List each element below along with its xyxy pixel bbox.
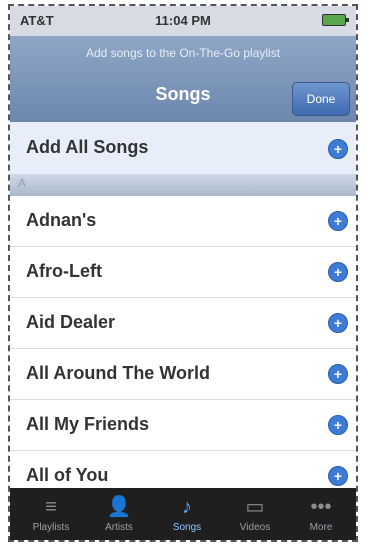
add-song-plus-icon[interactable]: + [328, 313, 348, 333]
list-item[interactable]: Afro-Left + [10, 247, 356, 298]
iphone-screen: AT&T 11:04 PM Add songs to the On-The-Go… [8, 4, 358, 542]
add-all-plus-icon[interactable]: + [328, 139, 348, 159]
done-button[interactable]: Done [292, 82, 350, 116]
list-item[interactable]: All My Friends + [10, 400, 356, 451]
add-song-plus-icon[interactable]: + [328, 466, 348, 486]
list-item[interactable]: Aid Dealer + [10, 298, 356, 349]
playlists-icon: ≡ [45, 496, 57, 518]
artists-icon: 👤 [106, 496, 132, 518]
section-letter: A [18, 176, 27, 190]
tab-label: Playlists [32, 522, 70, 533]
songs-list: Adnan's + Afro-Left + Aid Dealer + All A… [10, 196, 356, 502]
song-title: Afro-Left [26, 261, 102, 281]
videos-icon: ▭ [245, 496, 265, 518]
list-item[interactable]: Adnan's + [10, 196, 356, 247]
list-item[interactable]: All Around The World + [10, 349, 356, 400]
tab-label: More [309, 522, 333, 533]
tab-label: Videos [239, 522, 271, 533]
battery-icon [322, 14, 349, 26]
add-song-plus-icon[interactable]: + [328, 415, 348, 435]
tab-videos[interactable]: ▭ Videos [220, 492, 290, 538]
more-icon: ••• [310, 496, 332, 518]
song-title: Aid Dealer [26, 312, 116, 332]
nav-prompt: Add songs to the On-The-Go playlist [85, 46, 281, 60]
song-title: All Around The World [26, 363, 210, 383]
song-title: Adnan's [26, 210, 97, 230]
songs-icon: ♪ [182, 496, 192, 518]
clock: 11:04 PM [155, 13, 211, 28]
song-title: All of You [26, 465, 109, 485]
tab-label: Songs [172, 522, 202, 533]
tab-more[interactable]: ••• More [286, 492, 356, 538]
add-all-songs-row[interactable]: Add All Songs + [10, 122, 356, 175]
status-bar: AT&T 11:04 PM [10, 6, 356, 36]
add-song-plus-icon[interactable]: + [328, 262, 348, 282]
tab-playlists[interactable]: ≡ Playlists [16, 492, 86, 538]
add-all-songs-label: Add All Songs [26, 137, 149, 157]
tab-label: Artists [105, 522, 133, 533]
add-song-plus-icon[interactable]: + [328, 211, 348, 231]
section-header: A [10, 174, 356, 196]
tab-artists[interactable]: 👤 Artists [84, 492, 154, 538]
tab-songs[interactable]: ♪ Songs [152, 492, 222, 538]
song-title: All My Friends [26, 414, 150, 434]
add-song-plus-icon[interactable]: + [328, 364, 348, 384]
navigation-bar: Add songs to the On-The-Go playlist Song… [10, 36, 356, 122]
tab-bar: ≡ Playlists 👤 Artists ♪ Songs ▭ Videos •… [10, 488, 356, 540]
